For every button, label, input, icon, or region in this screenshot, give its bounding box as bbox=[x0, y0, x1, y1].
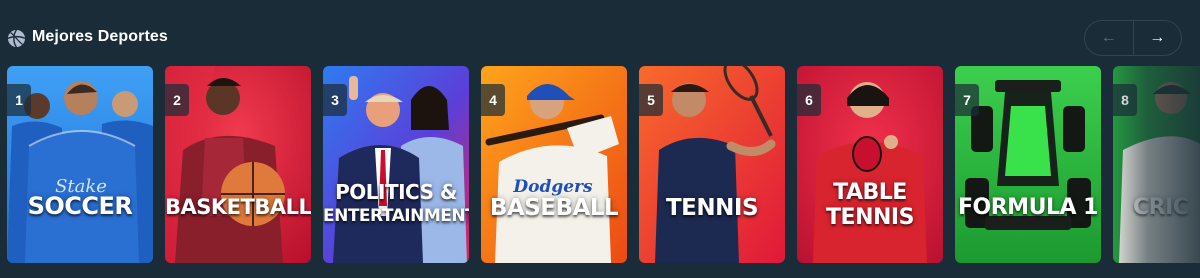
rank-badge: 4 bbox=[481, 84, 505, 116]
sport-card-politics[interactable]: 3 POLITICS & ENTERTAINMENT bbox=[323, 66, 469, 263]
section-header: Mejores Deportes ← → bbox=[0, 0, 1200, 66]
card-title-line2: TENNIS bbox=[826, 205, 914, 230]
next-button[interactable]: → bbox=[1134, 21, 1182, 55]
jersey-team-text: Dodgers bbox=[512, 177, 593, 197]
sport-card-cricket[interactable]: 8 CRIC bbox=[1113, 66, 1200, 263]
rank-badge: 1 bbox=[7, 84, 31, 116]
arrow-right-icon: → bbox=[1149, 29, 1166, 46]
sports-ball-icon bbox=[8, 30, 25, 47]
rank-badge: 5 bbox=[639, 84, 663, 116]
sport-card-baseball[interactable]: Dodgers 4 BASEBALL bbox=[481, 66, 627, 263]
card-title: BASKETBALL bbox=[165, 195, 311, 219]
card-title: SOCCER bbox=[27, 192, 133, 220]
prev-button[interactable]: ← bbox=[1085, 21, 1134, 55]
arrow-left-icon: ← bbox=[1100, 29, 1117, 46]
rank-badge: 6 bbox=[797, 84, 821, 116]
rank-badge: 3 bbox=[323, 84, 347, 116]
rank-badge: 8 bbox=[1113, 84, 1137, 116]
card-title: FORMULA 1 bbox=[958, 195, 1098, 220]
card-title: CRIC bbox=[1133, 195, 1189, 220]
sport-card-table-tennis[interactable]: 6 TABLE TENNIS bbox=[797, 66, 943, 263]
card-title: BASEBALL bbox=[489, 195, 619, 221]
carousel-nav: ← → bbox=[1084, 20, 1182, 56]
section-title: Mejores Deportes bbox=[32, 28, 168, 45]
sport-card-soccer[interactable]: Stake 1 SOCCER bbox=[7, 66, 153, 263]
rank-badge: 7 bbox=[955, 84, 979, 116]
card-title: TENNIS bbox=[665, 195, 759, 221]
card-title-line1: POLITICS & bbox=[335, 180, 457, 204]
rank-badge: 2 bbox=[165, 84, 189, 116]
card-title-line1: TABLE bbox=[833, 180, 907, 205]
card-title-line2: ENTERTAINMENT bbox=[323, 206, 469, 226]
sport-card-formula1[interactable]: 7 FORMULA 1 bbox=[955, 66, 1101, 263]
sport-card-tennis[interactable]: 5 TENNIS bbox=[639, 66, 785, 263]
sport-card-basketball[interactable]: 2 BASKETBALL bbox=[165, 66, 311, 263]
